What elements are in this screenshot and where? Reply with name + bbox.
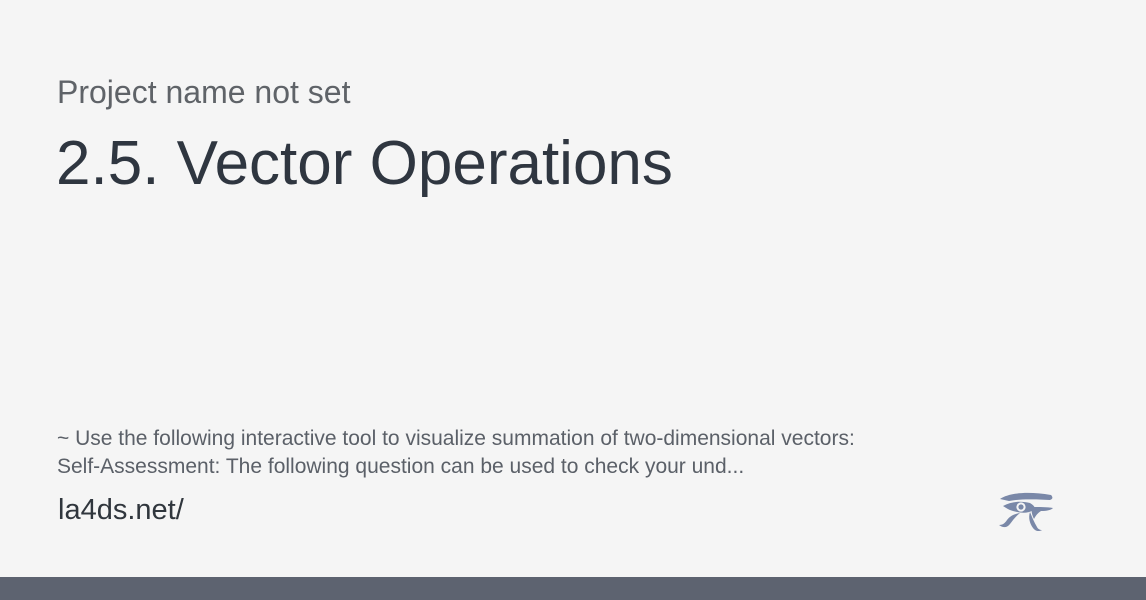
page-description: ~ Use the following interactive tool to … bbox=[57, 425, 1017, 481]
description-line: ~ Use the following interactive tool to … bbox=[57, 427, 855, 450]
footer-bar bbox=[0, 577, 1146, 600]
description-line: Self-Assessment: The following question … bbox=[57, 455, 745, 478]
page-title[interactable]: 2.5. Vector Operations bbox=[56, 126, 673, 202]
project-name: Project name not set bbox=[57, 74, 351, 110]
eye-of-horus-icon bbox=[996, 489, 1056, 533]
preview-card: Project name not set 2.5. Vector Operati… bbox=[0, 0, 1146, 600]
site-url[interactable]: la4ds.net/ bbox=[58, 492, 184, 528]
